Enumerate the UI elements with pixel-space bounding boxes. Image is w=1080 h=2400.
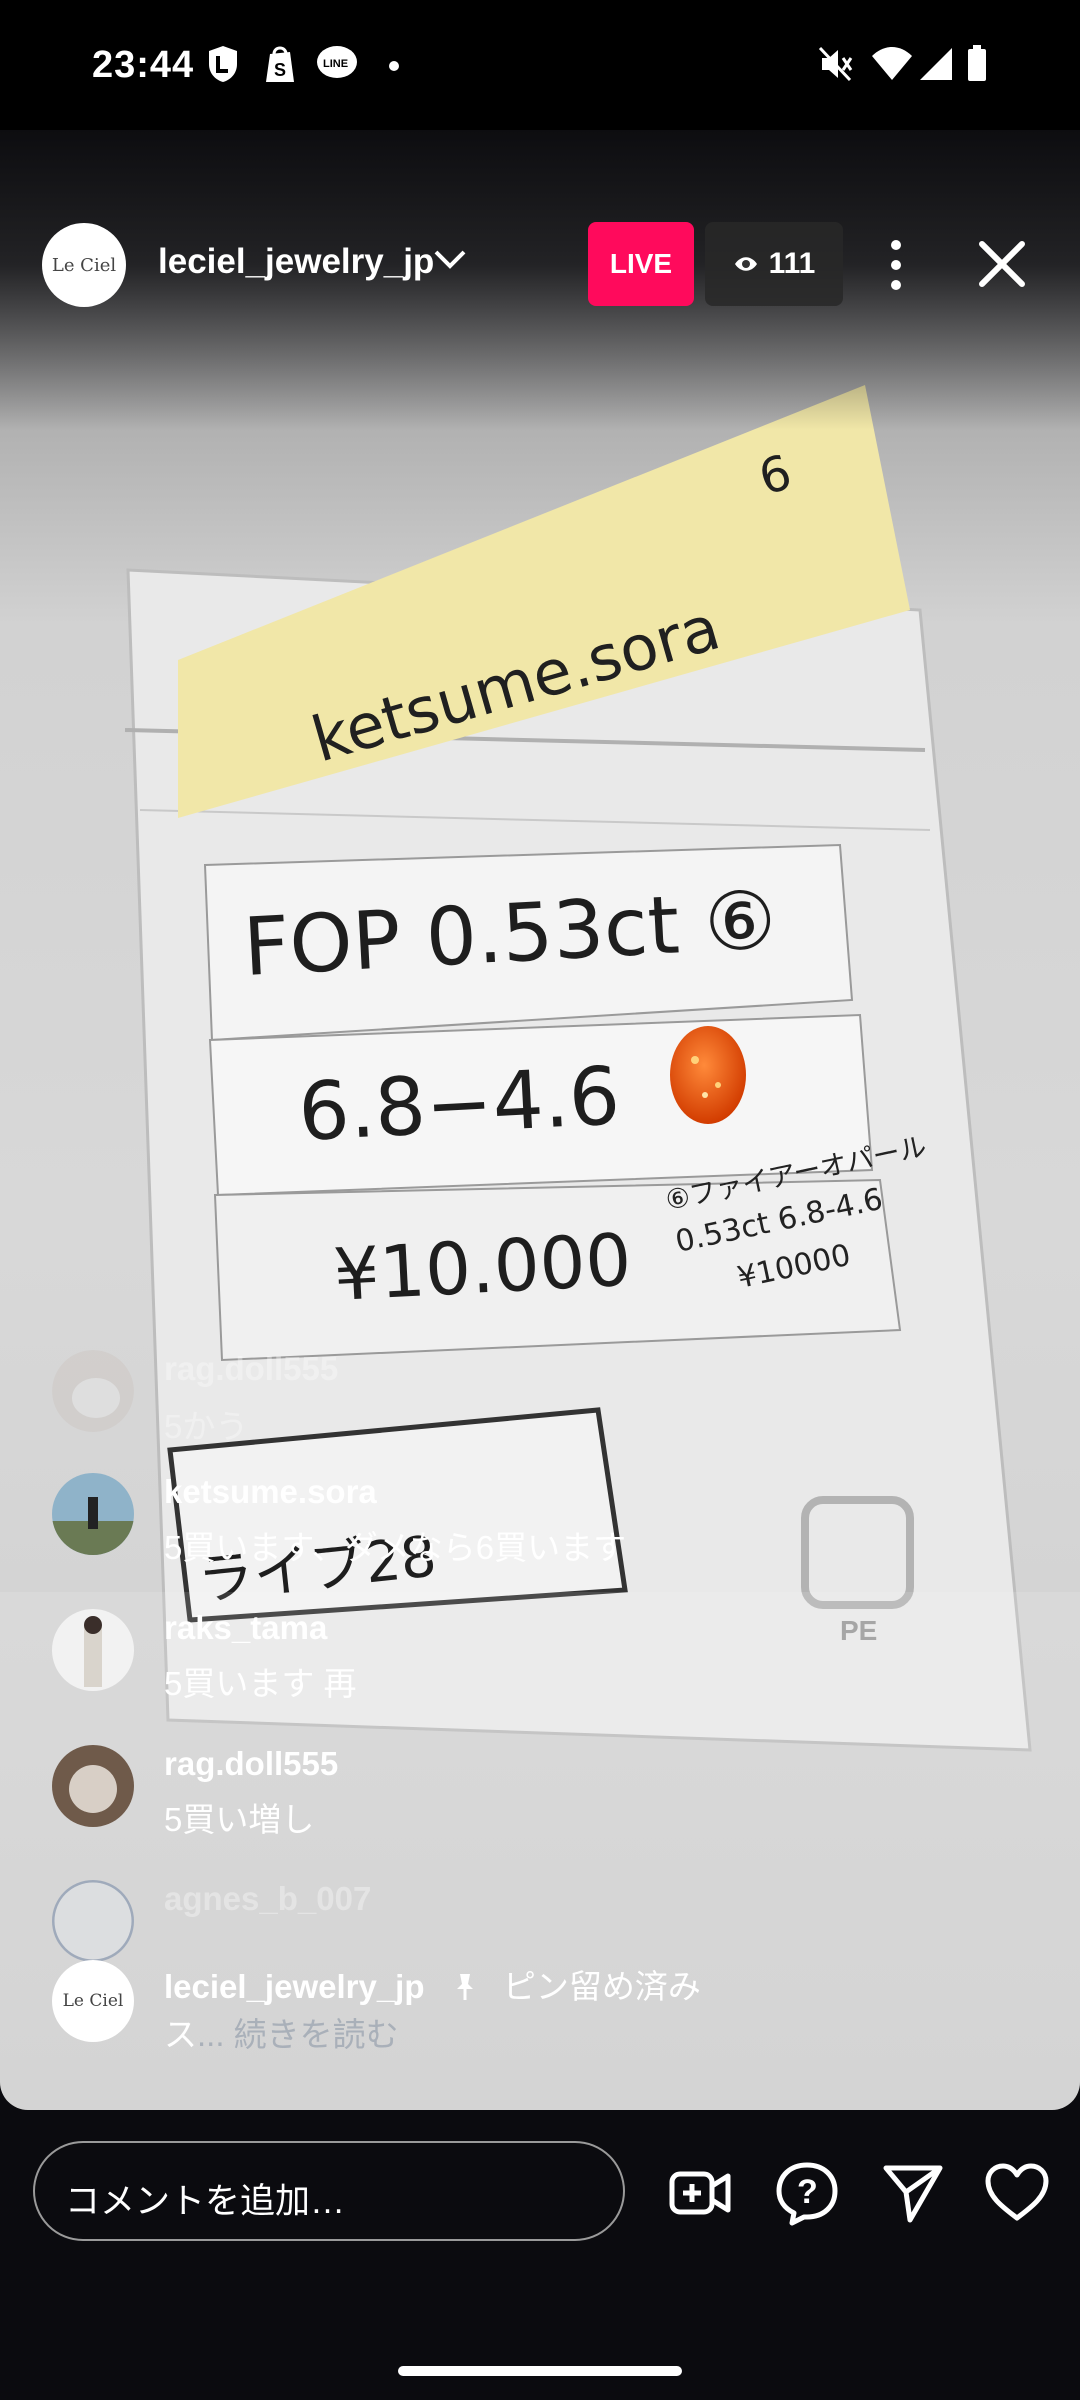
host-username[interactable]: leciel_jewelry_jp xyxy=(158,242,434,282)
svg-text:S: S xyxy=(274,60,286,80)
pinned-text-body: ス xyxy=(164,2016,197,2053)
comment-input[interactable]: コメントを追加… xyxy=(33,2141,625,2241)
live-badge: LIVE xyxy=(588,222,694,306)
question-icon[interactable]: ? xyxy=(774,2160,840,2226)
pinned-username[interactable]: leciel_jewelry_jp ピン留め済み xyxy=(164,1960,701,2008)
close-icon[interactable] xyxy=(972,234,1032,294)
heart-icon[interactable] xyxy=(984,2160,1050,2226)
comment-input-placeholder: コメントを追加… xyxy=(65,2182,346,2221)
comment-username[interactable]: agnes_b_007 xyxy=(164,1880,371,1918)
comments-overlay xyxy=(0,1592,1080,2110)
viewer-count-badge[interactable]: 111 xyxy=(705,222,843,306)
status-time: 23:44 xyxy=(92,44,195,86)
pinned-text: ス... 続きを読む xyxy=(164,2008,399,2056)
avatar[interactable] xyxy=(52,1350,134,1432)
pinned-label: ピン留め済み xyxy=(502,1968,701,2005)
line-chat-icon: LINE xyxy=(317,46,357,78)
comment-text: 5買い増し xyxy=(164,1801,315,1838)
battery-icon xyxy=(968,45,986,81)
mute-icon xyxy=(818,46,853,82)
comment-text: 5買います、ダメなら6買います xyxy=(164,1529,627,1566)
svg-text:LINE: LINE xyxy=(323,58,348,70)
svg-text:?: ? xyxy=(797,2173,818,2211)
eye-icon xyxy=(734,257,757,271)
home-indicator[interactable] xyxy=(398,2366,682,2376)
read-more-link[interactable]: ... 続きを読む xyxy=(197,2016,399,2053)
fire-opal-stone xyxy=(670,1026,746,1124)
comment-text: 5かう xyxy=(164,1408,249,1445)
comment-text: 5買います 再 xyxy=(164,1665,357,1702)
avatar[interactable] xyxy=(52,1745,134,1827)
avatar[interactable] xyxy=(52,1609,134,1691)
add-video-guest-icon[interactable] xyxy=(668,2160,734,2226)
signal-icon xyxy=(920,48,952,80)
status-bar: 23:44 S LINE xyxy=(0,0,1080,130)
comment-username[interactable]: rag.doll555 xyxy=(164,1745,338,1783)
card-line-2: 6.8−4.6 xyxy=(296,1049,622,1159)
comment-username[interactable]: rag.doll555 xyxy=(164,1350,338,1388)
avatar[interactable] xyxy=(52,1880,134,1962)
pin-icon xyxy=(456,1974,473,2000)
comment-username[interactable]: ketsume.sora xyxy=(164,1473,377,1511)
chevron-down-icon[interactable] xyxy=(433,248,467,272)
comment-username[interactable]: raks_tama xyxy=(164,1609,327,1647)
avatar[interactable]: Le Ciel xyxy=(52,1960,134,2042)
shopify-icon: S xyxy=(266,46,294,82)
wifi-icon xyxy=(872,47,912,80)
notification-dot-icon xyxy=(389,61,399,71)
pinned-user[interactable]: leciel_jewelry_jp xyxy=(164,1968,425,2005)
line-app-icon xyxy=(209,46,237,82)
host-avatar[interactable]: Le Ciel xyxy=(42,223,126,307)
more-options-icon[interactable] xyxy=(876,235,916,295)
live-video[interactable]: ketsume.sora 6 FOP 0.53ct ⑥ 6.8−4.6 ¥10.… xyxy=(0,130,1080,2110)
viewer-count: 111 xyxy=(768,247,816,280)
avatar[interactable] xyxy=(52,1473,134,1555)
share-send-icon[interactable] xyxy=(880,2160,946,2226)
card-line-3: ¥10.000 xyxy=(331,1218,633,1317)
